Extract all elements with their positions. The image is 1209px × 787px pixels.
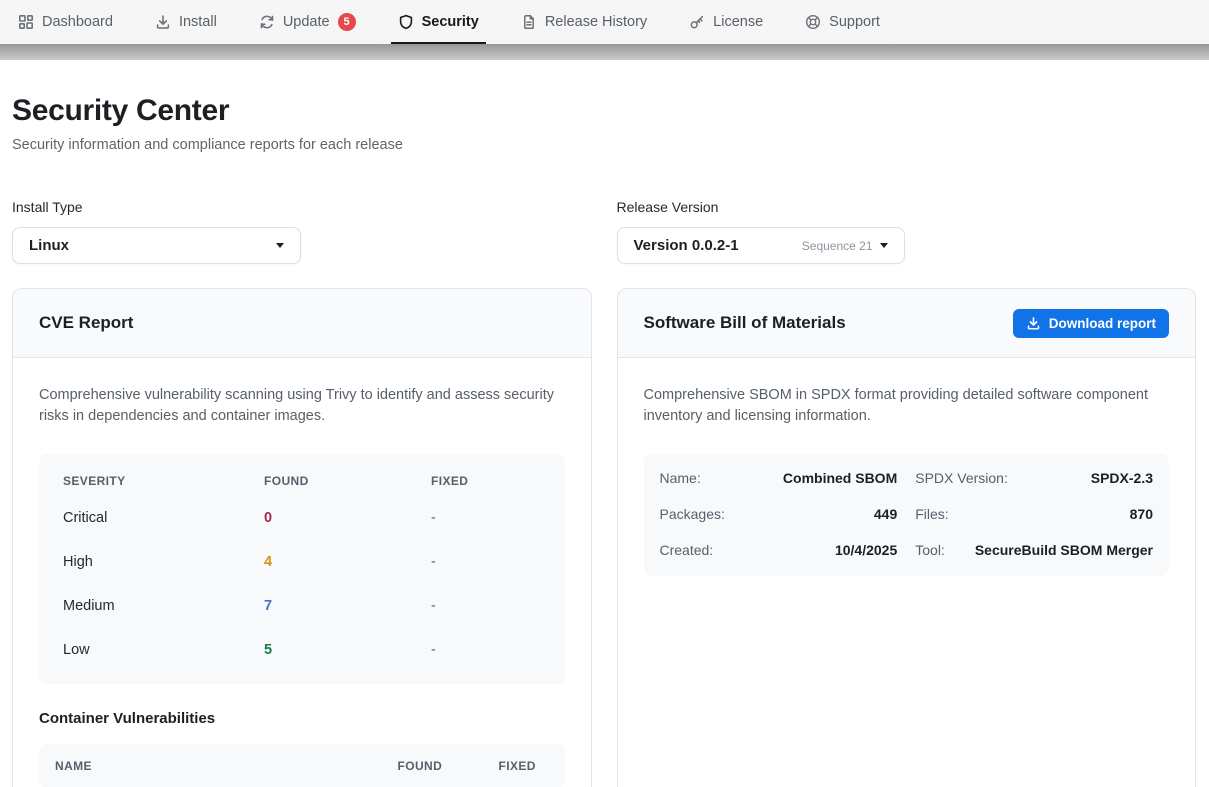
table-row-high: High 4 - [63, 540, 541, 584]
download-report-label: Download report [1049, 316, 1156, 331]
nav-label: Install [179, 14, 217, 30]
key-icon [689, 14, 705, 30]
fixed-col-header: Fixed [499, 759, 549, 773]
fixed-count: - [431, 554, 541, 570]
report-cards: CVE Report Comprehensive vulnerability s… [12, 288, 1196, 787]
detail-value: 870 [1130, 506, 1153, 522]
found-count: 7 [264, 598, 431, 614]
sbom-card: Software Bill of Materials Download repo… [617, 288, 1197, 787]
nav-shadow-divider [0, 44, 1209, 60]
name-col-header: Name [55, 759, 372, 773]
found-count: 5 [264, 642, 431, 658]
detail-value: SecureBuild SBOM Merger [975, 542, 1153, 558]
nav-item-security[interactable]: Security [398, 0, 479, 44]
detail-name: Name: Combined SBOM [660, 460, 898, 496]
nav-label: Dashboard [42, 14, 113, 30]
detail-value: Combined SBOM [783, 470, 897, 486]
download-icon [155, 14, 171, 30]
install-type-field: Install Type Linux [12, 199, 592, 264]
cve-report-card-header: CVE Report [13, 289, 591, 358]
cve-report-title: CVE Report [39, 313, 133, 333]
sbom-card-header: Software Bill of Materials Download repo… [618, 289, 1196, 358]
sequence-hint: Sequence 21 [802, 239, 873, 253]
nav-item-release-history[interactable]: Release History [521, 0, 647, 44]
found-col-header: Found [264, 474, 431, 488]
found-count: 0 [264, 510, 431, 526]
filters-row: Install Type Linux Release Version Versi… [12, 199, 1196, 264]
install-type-value: Linux [29, 237, 69, 254]
detail-value: 10/4/2025 [835, 542, 897, 558]
nav-item-license[interactable]: License [689, 0, 763, 44]
download-report-button[interactable]: Download report [1013, 309, 1169, 338]
severity-label: Medium [63, 598, 264, 614]
sbom-details-panel: Name: Combined SBOM SPDX Version: SPDX-2… [644, 454, 1170, 576]
fixed-count: - [431, 598, 541, 614]
page-subtitle: Security information and compliance repo… [12, 137, 1196, 153]
sbom-description: Comprehensive SBOM in SPDX format provid… [644, 385, 1170, 428]
release-version-field: Release Version Version 0.0.2-1 Sequence… [617, 199, 1197, 264]
release-version-value: Version 0.0.2-1 [634, 237, 739, 254]
sbom-body: Comprehensive SBOM in SPDX format provid… [618, 358, 1196, 603]
detail-tool: Tool: SecureBuild SBOM Merger [915, 532, 1153, 568]
detail-created: Created: 10/4/2025 [660, 532, 898, 568]
severity-label: Low [63, 642, 264, 658]
table-row-low: Low 5 - [63, 628, 541, 672]
cve-report-description: Comprehensive vulnerability scanning usi… [39, 385, 565, 428]
dashboard-icon [18, 14, 34, 30]
detail-label: Files: [915, 506, 948, 522]
nav-item-update[interactable]: Update 5 [259, 0, 356, 44]
shield-icon [398, 14, 414, 30]
fixed-count: - [431, 510, 541, 526]
container-vulnerabilities-table-header: Name Found Fixed [39, 744, 565, 787]
table-row-medium: Medium 7 - [63, 584, 541, 628]
nav-label: License [713, 14, 763, 30]
detail-label: Tool: [915, 542, 945, 558]
chevron-down-icon [276, 243, 284, 248]
severity-label: Critical [63, 510, 264, 526]
download-icon [1026, 316, 1041, 331]
fixed-count: - [431, 642, 541, 658]
severity-col-header: Severity [63, 474, 264, 488]
lifebuoy-icon [805, 14, 821, 30]
document-icon [521, 14, 537, 30]
found-count: 4 [264, 554, 431, 570]
cve-report-card: CVE Report Comprehensive vulnerability s… [12, 288, 592, 787]
nav-label: Support [829, 14, 880, 30]
severity-label: High [63, 554, 264, 570]
nav-item-install[interactable]: Install [155, 0, 217, 44]
cve-report-body: Comprehensive vulnerability scanning usi… [13, 358, 591, 787]
found-col-header: Found [398, 759, 473, 773]
install-type-select[interactable]: Linux [12, 227, 301, 264]
detail-files: Files: 870 [915, 496, 1153, 532]
release-version-label: Release Version [617, 199, 1197, 215]
detail-label: Created: [660, 542, 714, 558]
nav-label: Security [422, 14, 479, 30]
detail-value: SPDX-2.3 [1091, 470, 1153, 486]
table-row-critical: Critical 0 - [63, 496, 541, 540]
detail-value: 449 [874, 506, 897, 522]
detail-label: Name: [660, 470, 701, 486]
severity-table: Severity Found Fixed Critical 0 - High 4… [39, 454, 565, 684]
container-vulnerabilities-title: Container Vulnerabilities [39, 710, 565, 727]
install-type-label: Install Type [12, 199, 592, 215]
main-content: Security Center Security information and… [0, 94, 1209, 787]
detail-label: Packages: [660, 506, 725, 522]
update-count-badge: 5 [338, 13, 356, 31]
refresh-icon [259, 14, 275, 30]
chevron-down-icon [880, 243, 888, 248]
nav-item-support[interactable]: Support [805, 0, 880, 44]
nav-item-dashboard[interactable]: Dashboard [18, 0, 113, 44]
detail-spdx-version: SPDX Version: SPDX-2.3 [915, 460, 1153, 496]
detail-packages: Packages: 449 [660, 496, 898, 532]
nav-label: Update [283, 14, 330, 30]
nav-label: Release History [545, 14, 647, 30]
fixed-col-header: Fixed [431, 474, 541, 488]
page-title: Security Center [12, 94, 1196, 128]
severity-table-header: Severity Found Fixed [63, 474, 541, 488]
release-version-select[interactable]: Version 0.0.2-1 Sequence 21 [617, 227, 905, 264]
sbom-title: Software Bill of Materials [644, 313, 846, 333]
top-navigation: Dashboard Install Update 5 Security Rele… [0, 0, 1209, 44]
detail-label: SPDX Version: [915, 470, 1008, 486]
